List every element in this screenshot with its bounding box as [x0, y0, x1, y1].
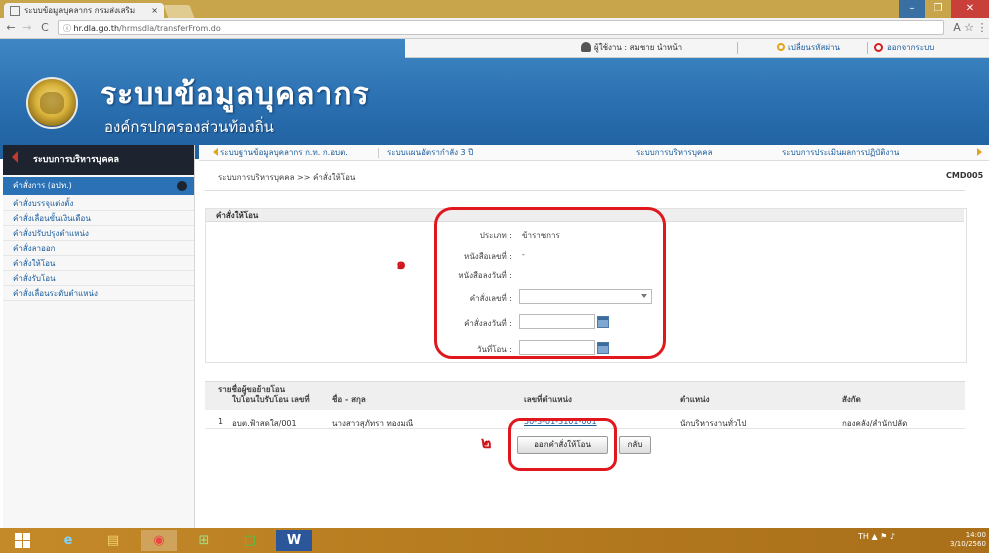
windows-logo-icon	[15, 541, 22, 548]
word-icon[interactable]: W	[276, 530, 312, 551]
url-path: /hrmsdla/transferFrom.do	[119, 24, 221, 33]
current-user-label: ผู้ใช้งาน : สมชาย นำหน้า	[594, 43, 683, 52]
breadcrumb: ระบบการบริหารบุคคล >> คำสั่งให้โอน	[218, 173, 356, 182]
power-icon	[874, 43, 883, 52]
sidebar-item[interactable]: คำสั่งเลื่อนขั้นเงินเดือน	[3, 211, 194, 226]
column-header-position-no: เลขที่ตำแหน่ง	[524, 395, 572, 404]
nav-link-hr-admin[interactable]: ระบบการบริหารบุคคล	[636, 147, 713, 158]
page-favicon-icon	[10, 5, 20, 16]
annotation-marker-2: ๒	[481, 433, 492, 452]
clock-time: 14:00	[965, 531, 986, 539]
new-tab-button[interactable]	[163, 5, 195, 18]
sidebar-item-active[interactable]: คำสั่งการ (อปท.)	[3, 177, 194, 195]
logout-link[interactable]: ออกจากระบบ	[887, 41, 934, 55]
browser-tab-title: ระบบข้อมูลบุคลากร กรมส่งเสริม	[24, 6, 136, 15]
back-arrow-icon[interactable]: ←	[4, 21, 18, 35]
sidebar-item[interactable]: คำสั่งให้โอน	[3, 256, 194, 271]
sidebar-item[interactable]: คำสั่งลาออก	[3, 241, 194, 256]
url-host: hr.dla.go.th	[73, 24, 120, 33]
nav-divider	[378, 148, 379, 158]
key-icon	[777, 43, 785, 51]
browser-menu-icon[interactable]: ⋮	[975, 21, 989, 35]
forward-arrow-icon[interactable]: →	[20, 21, 34, 35]
windows-logo-icon	[15, 533, 22, 540]
column-header-unit: สังกัด	[842, 395, 861, 404]
nav-link-manpower-plan[interactable]: ระบบแผนอัตรากำลัง 3 ปี	[387, 147, 473, 158]
site-info-icon[interactable]: ⓘ	[63, 24, 71, 33]
seal-emblem	[40, 92, 64, 114]
system-tray[interactable]: TH ▲ ⚑ ♪	[858, 532, 895, 541]
minimize-button[interactable]: –	[899, 0, 925, 18]
internet-explorer-icon[interactable]: e	[50, 530, 86, 551]
change-password-link[interactable]: เปลี่ยนรหัสผ่าน	[788, 41, 840, 55]
sidebar-item[interactable]: คำสั่งรับโอน	[3, 271, 194, 286]
close-window-button[interactable]: ✕	[951, 0, 989, 18]
sidebar-heading: ระบบการบริหารบุคคล	[3, 145, 194, 175]
maximize-button[interactable]: ❐	[925, 0, 951, 18]
chrome-taskbar-icon[interactable]: ◉	[141, 530, 177, 551]
row-number: 1	[218, 417, 224, 426]
address-bar[interactable]: ⓘ hr.dla.go.th/hrmsdla/transferFrom.do	[58, 20, 944, 35]
browser-tab[interactable]: ระบบข้อมูลบุคลากร กรมส่งเสริม ×	[4, 3, 164, 18]
column-header-name: ชื่อ - สกุล	[332, 395, 366, 404]
sidebar-item[interactable]: คำสั่งเลื่อนระดับตำแหน่ง	[3, 286, 194, 301]
annotation-highlight-form	[434, 207, 666, 359]
annotation-marker-1: ๑	[396, 254, 407, 273]
reload-icon[interactable]: C	[38, 21, 52, 35]
file-explorer-icon[interactable]: ▤	[95, 530, 131, 551]
column-header-position: ตำแหน่ง	[680, 395, 710, 404]
browser-toolbar: ← → C ⓘ hr.dla.go.th/hrmsdla/transferFro…	[0, 18, 989, 39]
site-subtitle: องค์กรปกครองส่วนท้องถิ่น	[104, 118, 274, 136]
tab-close-icon[interactable]: ×	[151, 3, 158, 18]
active-indicator-icon	[177, 181, 187, 191]
user-icon	[581, 42, 591, 52]
nav-link-personnel-db[interactable]: ระบบฐานข้อมูลบุคลากร ก.ท. ก.อบต.	[220, 147, 348, 158]
divider	[205, 190, 965, 191]
nav-prev-icon[interactable]	[213, 148, 218, 156]
window-controls: – ❐ ✕	[899, 0, 989, 18]
topbar-divider	[737, 42, 738, 54]
sidebar-item[interactable]: คำสั่งปรับปรุงตำแหน่ง	[3, 226, 194, 241]
topbar-divider	[867, 42, 868, 54]
page-code: CMD005	[946, 171, 984, 180]
nav-link-performance[interactable]: ระบบการประเมินผลการปฏิบัติงาน	[782, 147, 899, 158]
collapse-arrow-icon[interactable]	[12, 151, 18, 163]
taskbar-clock[interactable]: 14:00 3/10/2560	[950, 531, 986, 549]
windows-logo-icon	[23, 541, 30, 548]
clock-date: 3/10/2560	[950, 540, 986, 548]
line-app-icon[interactable]: ▢	[232, 530, 268, 551]
app-store-icon[interactable]: ⊞	[186, 530, 222, 551]
windows-start-button[interactable]	[4, 530, 40, 551]
site-title: ระบบข้อมูลบุคลากร	[100, 77, 370, 112]
bookmark-star-icon[interactable]: ☆	[962, 21, 976, 35]
column-header-doc: ใบโอนใบรับโอน เลขที่	[232, 395, 310, 404]
annotation-highlight-button	[508, 418, 617, 471]
nav-next-icon[interactable]	[977, 148, 982, 156]
back-button[interactable]: กลับ	[619, 436, 651, 454]
windows-logo-icon	[23, 533, 30, 540]
sidebar-item[interactable]: คำสั่งบรรจุแต่งตั้ง	[3, 196, 194, 211]
